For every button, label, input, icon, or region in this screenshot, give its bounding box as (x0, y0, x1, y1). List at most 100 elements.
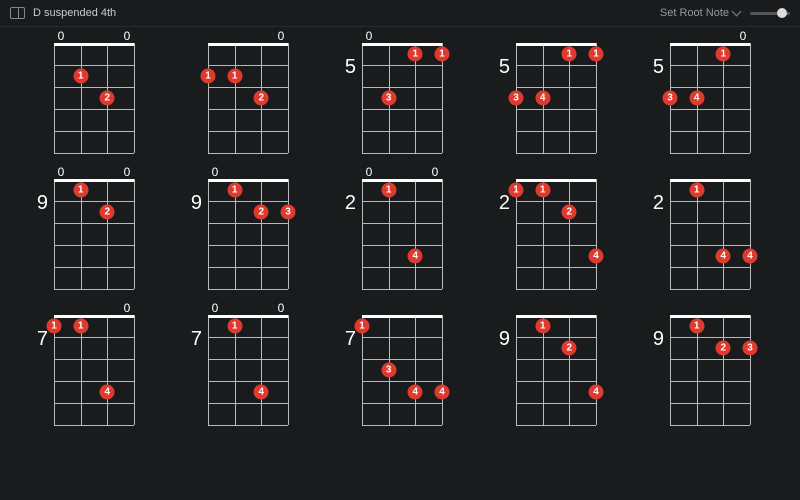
open-string-indicator (406, 29, 420, 43)
fretboard: 0123 (208, 179, 288, 289)
header-right: Set Root Note (660, 7, 790, 19)
chord-diagram[interactable]: 0112 (184, 43, 308, 153)
chord-diagram[interactable]: 2 1 44 (646, 179, 770, 289)
fret-position-label: 5 (646, 43, 670, 77)
fretboard: 1344 (362, 315, 442, 425)
finger-dot: 1 (73, 183, 88, 198)
fretboard: 0012 (54, 179, 134, 289)
open-string-row: 0 (208, 29, 288, 43)
chord-diagram[interactable]: 70014 (184, 315, 308, 425)
finger-dot: 2 (254, 91, 269, 106)
finger-dot: 1 (47, 319, 62, 334)
chord-diagram[interactable]: 50113 (338, 43, 462, 153)
chord-diagram[interactable]: 90012 (30, 179, 154, 289)
chevron-down-icon (732, 7, 742, 17)
open-string-row: 00 (362, 165, 442, 179)
open-string-indicator: 0 (120, 301, 134, 315)
chord-diagram[interactable]: 90123 (184, 179, 308, 289)
open-string-row: 00 (208, 301, 288, 315)
open-string-indicator (98, 29, 112, 43)
finger-dot: 1 (227, 69, 242, 84)
finger-dot: 4 (408, 249, 423, 264)
open-string-indicator (230, 29, 244, 43)
open-string-indicator: 0 (274, 29, 288, 43)
finger-dot: 1 (716, 47, 731, 62)
chord-diagram[interactable]: 70114 (30, 315, 154, 425)
finger-dot: 1 (535, 319, 550, 334)
header-left: D suspended 4th (10, 7, 116, 19)
open-string-indicator (670, 29, 684, 43)
open-string-row: 0 (362, 29, 442, 43)
open-string-row: 00 (54, 165, 134, 179)
finger-dot: 1 (562, 47, 577, 62)
finger-dot: 4 (743, 249, 758, 264)
finger-dot: 2 (100, 205, 115, 220)
fret-position-label (30, 43, 54, 58)
open-string-indicator (274, 165, 288, 179)
finger-dot: 3 (281, 205, 296, 220)
open-string-indicator: 0 (736, 29, 750, 43)
chord-diagram[interactable]: 9124 (492, 315, 616, 425)
finger-dot: 4 (435, 385, 450, 400)
finger-dot: 4 (535, 91, 550, 106)
open-string-indicator (76, 165, 90, 179)
fretboard: 0112 (208, 43, 288, 153)
fret-position-label: 7 (184, 315, 208, 349)
fretboard: 0114 (54, 315, 134, 425)
open-string-indicator (252, 29, 266, 43)
finger-dot: 1 (73, 69, 88, 84)
open-string-indicator: 0 (274, 301, 288, 315)
fretboard: 124 (516, 315, 596, 425)
finger-dot: 2 (562, 341, 577, 356)
set-root-note-menu[interactable]: Set Root Note (660, 7, 740, 19)
chord-diagram[interactable]: 71344 (338, 315, 462, 425)
finger-dot: 4 (100, 385, 115, 400)
chord-diagram[interactable]: 0012 (30, 43, 154, 153)
open-string-indicator (76, 301, 90, 315)
finger-dot: 1 (355, 319, 370, 334)
library-icon[interactable] (10, 7, 25, 19)
finger-dot: 1 (689, 183, 704, 198)
fret-position-label (184, 43, 208, 58)
finger-dot: 2 (562, 205, 577, 220)
fret-position-label: 9 (30, 179, 54, 213)
chord-grid: 0012011250113511345013490012901232001421… (0, 27, 800, 441)
fret-position-label: 9 (646, 315, 670, 349)
open-string-indicator: 0 (120, 165, 134, 179)
finger-dot: 1 (73, 319, 88, 334)
finger-dot: 3 (663, 91, 678, 106)
finger-dot: 2 (100, 91, 115, 106)
open-string-indicator (384, 165, 398, 179)
header: D suspended 4th Set Root Note (0, 0, 800, 27)
finger-dot: 4 (689, 91, 704, 106)
finger-dot: 4 (589, 249, 604, 264)
fret-position-label: 9 (492, 315, 516, 349)
open-string-indicator (98, 301, 112, 315)
finger-dot: 3 (509, 91, 524, 106)
zoom-slider[interactable] (750, 12, 790, 15)
open-string-indicator (714, 29, 728, 43)
finger-dot: 2 (716, 341, 731, 356)
fret-position-label: 9 (184, 179, 208, 213)
open-string-row: 0 (208, 165, 288, 179)
fretboard: 123 (670, 315, 750, 425)
open-string-indicator (54, 301, 68, 315)
fretboard: 1134 (516, 43, 596, 153)
fret-position-label: 2 (646, 179, 670, 213)
chord-diagram[interactable]: 21124 (492, 179, 616, 289)
finger-dot: 4 (716, 249, 731, 264)
chord-diagram[interactable]: 20014 (338, 179, 462, 289)
finger-dot: 1 (408, 47, 423, 62)
chord-diagram[interactable]: 9123 (646, 315, 770, 425)
chord-name: D suspended 4th (33, 7, 116, 19)
open-string-indicator: 0 (208, 165, 222, 179)
open-string-indicator: 0 (120, 29, 134, 43)
fretboard: 0014 (362, 179, 442, 289)
chord-diagram[interactable]: 50134 (646, 43, 770, 153)
open-string-indicator (406, 165, 420, 179)
finger-dot: 1 (535, 183, 550, 198)
slider-thumb[interactable] (777, 8, 787, 18)
chord-diagram[interactable]: 51134 (492, 43, 616, 153)
fret-position-label: 2 (338, 179, 362, 213)
open-string-indicator: 0 (428, 165, 442, 179)
